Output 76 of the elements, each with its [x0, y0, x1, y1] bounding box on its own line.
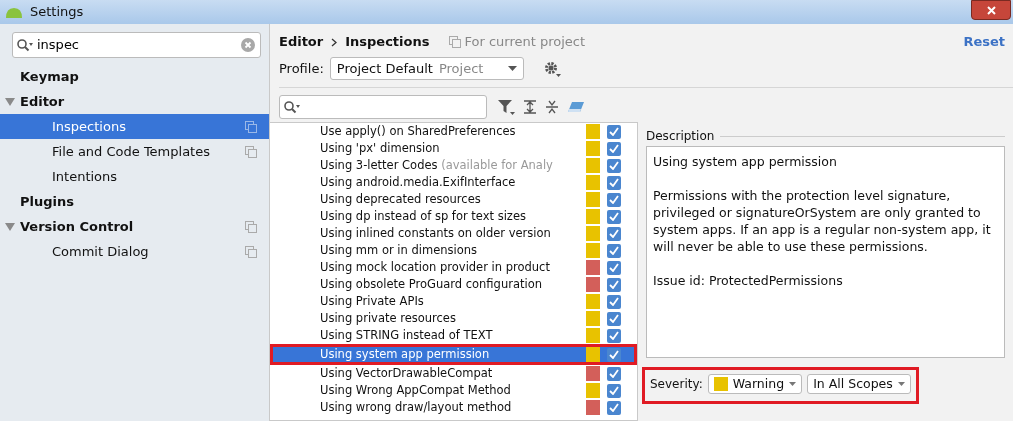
copy-icon — [449, 36, 462, 48]
checkbox[interactable] — [607, 347, 621, 362]
reset-link[interactable]: Reset — [963, 32, 1005, 52]
checkbox[interactable] — [607, 277, 621, 292]
profile-label: Profile: — [279, 59, 324, 78]
inspection-row[interactable]: Using system app permission — [270, 344, 637, 365]
dropdown-arrow-icon — [897, 382, 905, 386]
inspection-row[interactable]: Using obsolete ProGuard configuration — [270, 276, 637, 293]
description-paragraph: Using system app permission — [653, 153, 838, 170]
inspection-row[interactable]: Using Private APIs — [270, 293, 637, 310]
expanded-triangle-icon[interactable] — [5, 222, 15, 231]
tree-item[interactable]: Inspections — [0, 114, 269, 139]
tree-item[interactable]: Keymap — [0, 64, 269, 89]
checkbox[interactable] — [607, 243, 621, 258]
eraser-icon[interactable] — [567, 101, 585, 113]
inspection-row[interactable]: Using deprecated resources — [270, 191, 637, 208]
checkbox[interactable] — [607, 175, 621, 190]
breadcrumb-item[interactable]: Editor — [279, 32, 324, 52]
severity-dropdown[interactable]: Warning — [707, 374, 803, 394]
tree-item[interactable]: Commit Dialog — [0, 239, 269, 264]
inspection-row[interactable]: Using mock location provider in product — [270, 259, 637, 276]
search-icon — [283, 100, 301, 114]
inspection-row[interactable]: Using private resources — [270, 310, 637, 327]
tree-item[interactable]: Editor — [0, 89, 269, 114]
filter-icon[interactable] — [497, 99, 515, 115]
scope-note: For current project — [464, 33, 586, 52]
chevron-icon — [331, 37, 338, 47]
close-button[interactable] — [971, 0, 1011, 20]
tree-item[interactable]: Intentions — [0, 164, 269, 189]
expanded-triangle-icon[interactable] — [5, 97, 15, 106]
inspection-row[interactable]: Use apply() on SharedPreferences — [270, 123, 637, 140]
inspection-row[interactable]: Using dp instead of sp for text sizes — [270, 208, 637, 225]
inspection-row[interactable]: Using STRING instead of TEXT — [270, 327, 637, 344]
tree-item[interactable]: Plugins — [0, 189, 269, 214]
filter-search-field[interactable] — [279, 95, 487, 119]
inspection-row[interactable]: Using wrong draw/layout method — [270, 399, 637, 416]
description-title: Description — [646, 128, 715, 145]
clear-icon[interactable] — [241, 38, 255, 52]
description-paragraph: Permissions with the protection level signature, privileged or signatureOrSystem are only granted to system apps. If an app is a regular non-system app, it will never be able to use these permissions. — [653, 187, 992, 255]
checkbox[interactable] — [607, 400, 621, 415]
inspection-row[interactable]: Using 'px' dimension — [270, 140, 637, 157]
window-title: Settings — [30, 3, 84, 22]
description-paragraph: Issue id: ProtectedPermissions — [653, 272, 844, 289]
profile-dropdown[interactable]: Project Default Project — [329, 57, 524, 80]
checkbox[interactable] — [607, 141, 621, 156]
scope-dropdown[interactable]: In All Scopes — [807, 374, 911, 394]
checkbox[interactable] — [607, 209, 621, 224]
settings-icon[interactable] — [543, 60, 561, 77]
dropdown-arrow-icon — [507, 66, 517, 71]
breadcrumb-item: Inspections — [345, 33, 430, 52]
inspection-row[interactable]: Using 3-letter Codes (available for Analy — [270, 157, 637, 174]
checkbox[interactable] — [607, 260, 621, 275]
checkbox[interactable] — [607, 328, 621, 343]
checkbox[interactable] — [607, 294, 621, 309]
checkbox[interactable] — [607, 226, 621, 241]
severity-label: Severity: — [650, 376, 703, 393]
android-logo-icon — [4, 6, 24, 18]
search-icon — [16, 38, 34, 52]
checkbox[interactable] — [607, 311, 621, 326]
expand-all-icon[interactable] — [523, 100, 537, 114]
inspection-row[interactable]: Using VectorDrawableCompat — [270, 365, 637, 382]
checkbox[interactable] — [607, 192, 621, 207]
tree-item[interactable]: Version Control — [0, 214, 269, 239]
dropdown-arrow-icon — [789, 382, 797, 386]
collapse-all-icon[interactable] — [545, 100, 559, 114]
inspection-row[interactable]: Using android.media.ExifInterface — [270, 174, 637, 191]
checkbox[interactable] — [607, 124, 621, 139]
inspection-row[interactable]: Using mm or in dimensions — [270, 242, 637, 259]
tree-item[interactable]: File and Code Templates — [0, 139, 269, 164]
search-field[interactable]: inspec — [12, 32, 261, 58]
inspection-row[interactable]: Using inlined constants on older version — [270, 225, 637, 242]
close-icon — [986, 5, 996, 15]
checkbox[interactable] — [607, 383, 621, 398]
inspection-row[interactable]: Using Wrong AppCompat Method — [270, 382, 637, 399]
checkbox[interactable] — [607, 158, 621, 173]
checkbox[interactable] — [607, 366, 621, 381]
